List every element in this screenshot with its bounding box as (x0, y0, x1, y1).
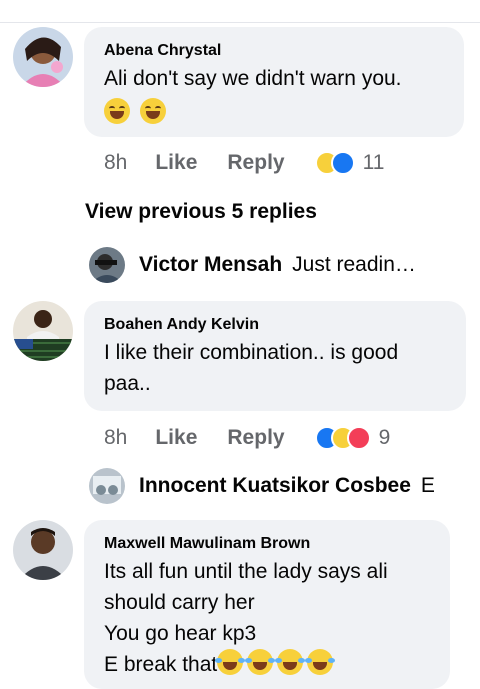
grinning-icon (140, 98, 167, 124)
comment-author[interactable]: Abena Chrystal (104, 41, 446, 61)
comment-time[interactable]: 8h (104, 426, 127, 450)
like-icon (330, 151, 355, 175)
reaction-count: 9 (378, 426, 391, 449)
avatar-victor-mensah (89, 247, 125, 283)
joy-icon (275, 649, 306, 675)
comment-actions: 8h Like Reply 9 (104, 423, 390, 453)
like-button[interactable]: Like (155, 426, 197, 450)
grinning-sweat-icon (104, 98, 130, 124)
reply-text-preview: Just readin… (292, 253, 416, 276)
love-icon (346, 426, 371, 450)
reply-text-preview: E (420, 474, 435, 497)
view-previous-replies-link[interactable]: View previous 5 replies (85, 200, 317, 224)
joy-icon (215, 649, 246, 675)
comment-text: I like their combination.. is good paa.. (104, 341, 399, 395)
reactions-summary[interactable]: 9 (314, 426, 391, 450)
joy-icon (305, 649, 336, 675)
reply-author: Innocent Kuatsikor Cosbee (139, 474, 411, 497)
comment-time[interactable]: 8h (104, 151, 127, 175)
reply-preview[interactable]: Innocent Kuatsikor Cosbee E (89, 466, 480, 506)
comment-emoji-row (104, 98, 446, 125)
joy-icon (245, 649, 276, 675)
reply-preview[interactable]: Victor Mensah Just readin… (89, 245, 416, 285)
comment-bubble: Maxwell Mawulinam Brown Its all fun unti… (84, 520, 450, 689)
reply-author: Victor Mensah (139, 253, 283, 276)
comment-author[interactable]: Boahen Andy Kelvin (104, 315, 448, 335)
comment-bubble: Boahen Andy Kelvin I like their combinat… (84, 301, 466, 411)
comment-text: Ali don't say we didn't warn you. (104, 67, 402, 90)
top-divider (0, 22, 480, 23)
comment-author[interactable]: Maxwell Mawulinam Brown (104, 534, 432, 554)
like-button[interactable]: Like (155, 151, 197, 175)
reaction-count: 11 (362, 151, 385, 174)
comment-bubble: Abena Chrystal Ali don't say we didn't w… (84, 27, 464, 137)
reply-button[interactable]: Reply (227, 151, 284, 175)
reactions-summary[interactable]: 11 (314, 151, 385, 175)
avatar-boahen-andy-kelvin[interactable] (13, 301, 73, 361)
avatar-abena-chrystal[interactable] (13, 27, 73, 87)
avatar-maxwell-mawulinam-brown[interactable] (13, 520, 73, 580)
reply-button[interactable]: Reply (227, 426, 284, 450)
avatar-innocent-kuatsikor-cosbee (89, 468, 125, 504)
comment-text: Its all fun until the lady says ali shou… (104, 556, 432, 680)
comment-actions: 8h Like Reply 11 (104, 148, 384, 178)
